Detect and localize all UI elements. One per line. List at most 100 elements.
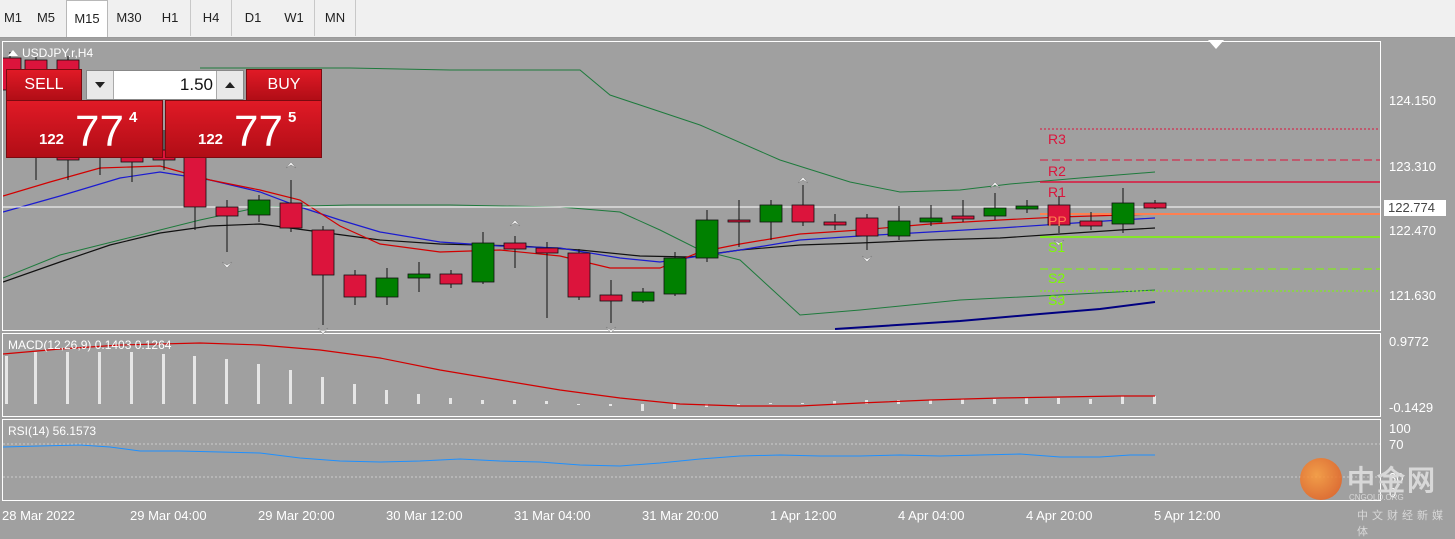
macd-histogram-bar — [5, 356, 8, 404]
fractal-arrow-icon — [285, 161, 297, 169]
candle-body — [183, 154, 207, 208]
macd-histogram-bar — [34, 352, 37, 404]
candle-body — [791, 204, 815, 223]
moving-average-fast — [3, 171, 1156, 263]
macd-histogram-bar — [641, 404, 644, 411]
lot-decrease-button[interactable] — [87, 71, 114, 99]
price-axis-label: 121.630 — [1389, 288, 1436, 303]
pivot-label-r2: R2 — [1048, 163, 1066, 179]
macd-histogram-bar — [769, 403, 772, 404]
rsi-axis-label: 70 — [1389, 437, 1404, 452]
candle-body — [951, 215, 975, 220]
pivot-label-r1: R1 — [1048, 184, 1066, 200]
chevron-down-icon — [95, 82, 105, 88]
candle-body — [855, 217, 879, 237]
macd-histogram-bar — [66, 352, 69, 404]
macd-histogram-bar — [449, 398, 452, 404]
candle-body — [887, 220, 911, 237]
pivot-label-pp: PP — [1048, 213, 1067, 229]
candle-body — [919, 217, 943, 223]
candle-body — [1015, 205, 1039, 210]
watermark-logo: 中金网 CNGOLD.ORG 中文财经新媒体 — [1297, 453, 1447, 538]
candle-body — [407, 273, 431, 279]
rsi-line — [2, 444, 1155, 467]
candle-body — [471, 242, 495, 283]
fractal-arrow-icon — [861, 255, 873, 263]
one-click-trading-panel: SELL 1.50 BUY 122 77 4 122 77 5 — [6, 68, 322, 158]
candle-body — [983, 207, 1007, 217]
candle-body — [535, 247, 559, 254]
candle-body — [1143, 202, 1167, 209]
pivot-label-s1: S1 — [1048, 239, 1065, 255]
macd-histogram-bar — [673, 404, 676, 409]
bollinger-upper — [200, 67, 1156, 193]
time-axis-label: 1 Apr 12:00 — [770, 508, 837, 523]
macd-histogram-bar — [130, 352, 133, 404]
candle-body — [279, 202, 303, 229]
candle-body — [1111, 202, 1135, 225]
buy-quote-fraction: 5 — [288, 109, 297, 126]
time-axis-label: 28 Mar 2022 — [2, 508, 75, 523]
lot-size-value[interactable]: 1.50 — [117, 71, 213, 99]
time-axis-label: 29 Mar 20:00 — [258, 508, 335, 523]
macd-histogram-bar — [865, 400, 868, 404]
lot-increase-button[interactable] — [216, 71, 243, 99]
macd-histogram-bar — [897, 400, 900, 404]
fractal-arrow-icon — [317, 327, 329, 335]
macd-histogram-bar — [801, 403, 804, 404]
chevron-up-icon — [225, 82, 235, 88]
macd-histogram-bar — [385, 390, 388, 404]
buy-button-header[interactable]: BUY — [246, 69, 322, 101]
time-axis-label: 5 Apr 12:00 — [1154, 508, 1221, 523]
buy-quote-pips: 77 — [234, 107, 283, 156]
price-axis-label: 122.470 — [1389, 223, 1436, 238]
candle-body — [343, 274, 367, 298]
sell-button[interactable]: SELL — [6, 69, 82, 101]
time-axis-label: 30 Mar 12:00 — [386, 508, 463, 523]
symbol-title-text: USDJPY.r,H4 — [22, 46, 94, 60]
symbol-title: USDJPY.r,H4 — [8, 46, 93, 60]
fractal-markers — [221, 161, 1065, 335]
sell-quote-button[interactable]: 122 77 4 — [6, 100, 163, 158]
candle-body — [663, 257, 687, 295]
macd-histogram-bar — [1025, 398, 1028, 404]
time-axis-label: 29 Mar 04:00 — [130, 508, 207, 523]
macd-histogram-bar — [1089, 399, 1092, 404]
macd-histogram-bar — [833, 401, 836, 404]
candle-body — [823, 221, 847, 226]
sell-quote-pips: 77 — [75, 107, 124, 156]
candle-body — [727, 219, 751, 223]
macd-histogram-bar — [993, 399, 996, 404]
macd-histogram-bar — [321, 377, 324, 404]
pivot-label-r3: R3 — [1048, 131, 1066, 147]
macd-histogram-bar — [577, 404, 580, 405]
candle-body — [375, 277, 399, 298]
logo-icon — [1300, 458, 1342, 500]
watermark-subtitle: 中文财经新媒体 — [1357, 510, 1447, 538]
candle-body — [439, 273, 463, 285]
candle-body — [695, 219, 719, 259]
fractal-arrow-icon — [605, 326, 617, 334]
macd-histogram-bar — [193, 356, 196, 404]
lot-size-field[interactable]: 1.50 — [86, 70, 244, 100]
rsi-axis-label: 100 — [1389, 421, 1411, 436]
price-axis-label: 123.310 — [1389, 159, 1436, 174]
trend-line-navy — [834, 301, 1156, 330]
candle-body — [631, 291, 655, 302]
pivot-label-s3: S3 — [1048, 292, 1065, 308]
candle-body — [503, 242, 527, 250]
macd-histogram-bar — [737, 404, 740, 405]
price-axis-label: 124.150 — [1389, 93, 1436, 108]
macd-signal-line — [2, 342, 1155, 407]
macd-histogram-bar — [417, 394, 420, 404]
sell-quote-prefix: 122 — [39, 131, 65, 148]
fractal-arrow-icon — [797, 176, 809, 184]
current-price-tag: 122.774 — [1384, 200, 1446, 216]
collapse-triangle-icon — [8, 50, 18, 56]
watermark-url: CNGOLD.ORG — [1349, 493, 1404, 502]
macd-histogram-bar — [609, 404, 612, 406]
macd-axis-label: -0.1429 — [1389, 400, 1434, 415]
macd-histogram-bar — [1057, 398, 1060, 404]
macd-histogram-bar — [98, 352, 101, 404]
buy-quote-button[interactable]: 122 77 5 — [165, 100, 322, 158]
